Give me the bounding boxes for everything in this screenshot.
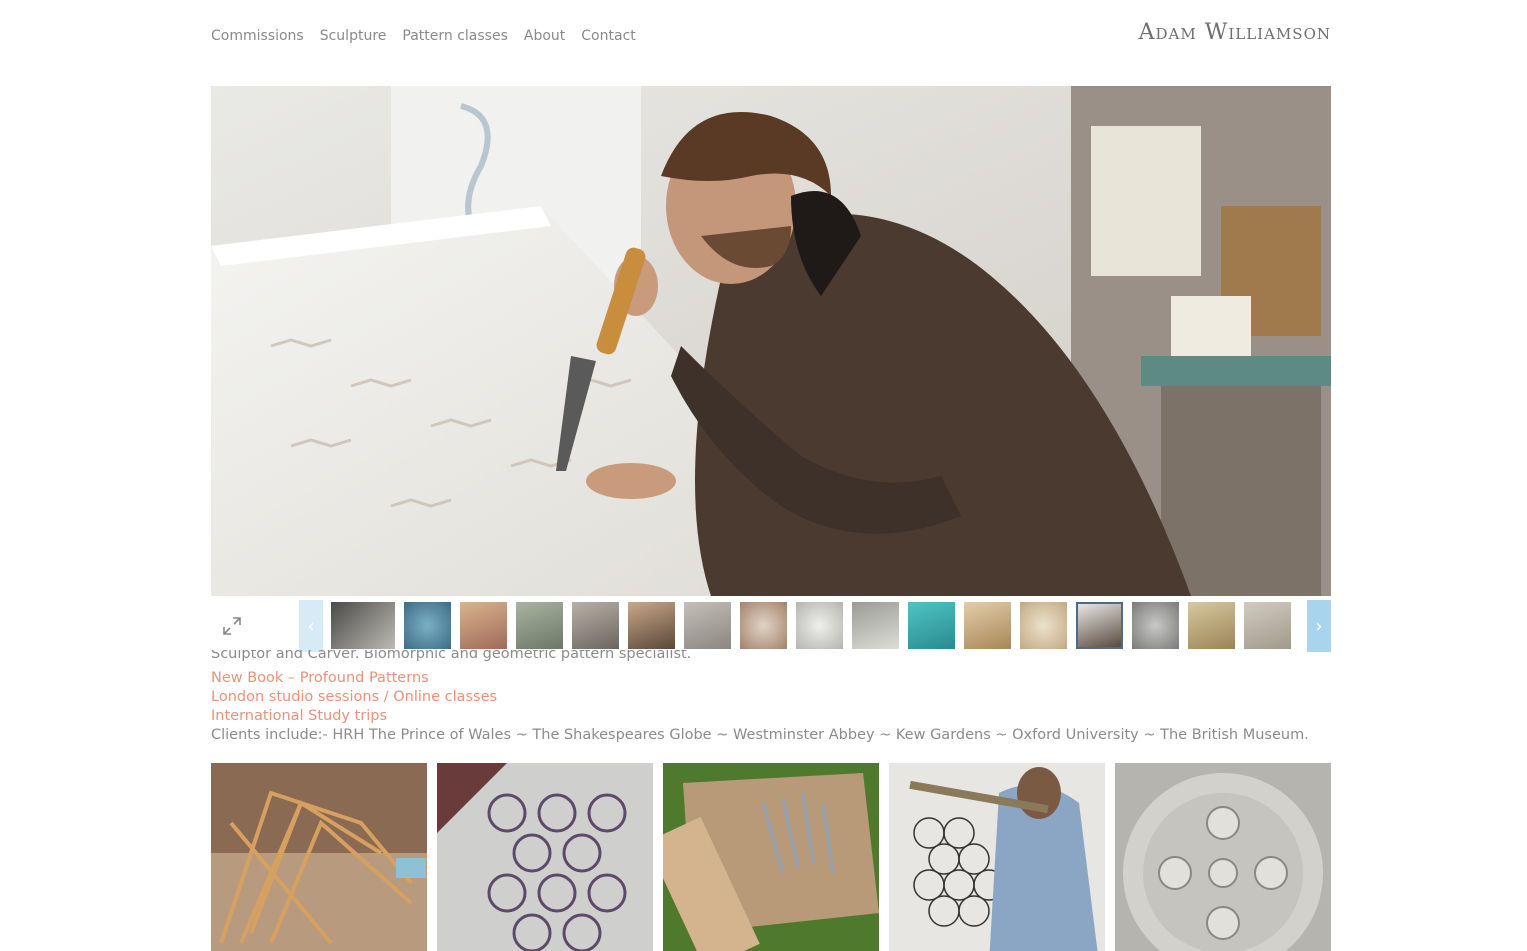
thumbnail[interactable] <box>684 602 731 649</box>
thumbnail[interactable] <box>1020 602 1067 649</box>
gallery <box>211 763 1331 951</box>
thumbnail[interactable] <box>404 602 451 649</box>
thumbnail[interactable] <box>964 602 1011 649</box>
thumbnail[interactable] <box>1132 602 1179 649</box>
gallery-tile[interactable] <box>211 763 427 951</box>
thumbnail[interactable] <box>331 602 395 649</box>
tagline-row: Sculptor and Carver. Biomorphic and geom… <box>211 650 1309 669</box>
thumbnail[interactable] <box>572 602 619 649</box>
thumbnail[interactable] <box>740 602 787 649</box>
thumbnail-strip: ‹ › <box>211 600 1331 652</box>
thumbnail[interactable] <box>796 602 843 649</box>
clients-text: Clients include:- HRH The Prince of Wale… <box>211 727 1309 743</box>
nav-commissions[interactable]: Commissions <box>211 28 304 44</box>
thumbnail-prev-button[interactable]: ‹ <box>299 600 323 652</box>
link-new-book[interactable]: New Book – Profound Patterns <box>211 669 1309 688</box>
link-studio-sessions[interactable]: London studio sessions / Online classes <box>211 688 1309 707</box>
gallery-tile[interactable] <box>437 763 653 951</box>
expand-icon[interactable] <box>221 615 243 637</box>
gallery-tile[interactable] <box>889 763 1105 951</box>
nav-contact[interactable]: Contact <box>581 28 635 44</box>
hero-image <box>211 86 1331 596</box>
tagline: Sculptor and Carver. Biomorphic and geom… <box>211 650 692 662</box>
thumbnail[interactable] <box>628 602 675 649</box>
thumbnail-list <box>331 602 1291 649</box>
thumbnail[interactable] <box>852 602 899 649</box>
nav-about[interactable]: About <box>524 28 565 44</box>
main-nav: Commissions Sculpture Pattern classes Ab… <box>211 28 636 44</box>
thumbnail-next-button[interactable]: › <box>1307 600 1331 652</box>
site-title[interactable]: Adam Williamson <box>1139 20 1331 45</box>
gallery-tile[interactable] <box>663 763 879 951</box>
thumbnail[interactable] <box>908 602 955 649</box>
thumbnail[interactable] <box>1188 602 1235 649</box>
nav-sculpture[interactable]: Sculpture <box>320 28 387 44</box>
gallery-tile[interactable] <box>1115 763 1331 951</box>
intro: Sculptor and Carver. Biomorphic and geom… <box>211 650 1309 745</box>
nav-pattern-classes[interactable]: Pattern classes <box>402 28 507 44</box>
thumbnail[interactable] <box>460 602 507 649</box>
thumbnail[interactable] <box>516 602 563 649</box>
link-study-trips[interactable]: International Study trips <box>211 707 1309 726</box>
thumbnail[interactable] <box>1244 602 1291 649</box>
hero-photo <box>211 86 1331 596</box>
thumbnail-active[interactable] <box>1076 602 1123 649</box>
